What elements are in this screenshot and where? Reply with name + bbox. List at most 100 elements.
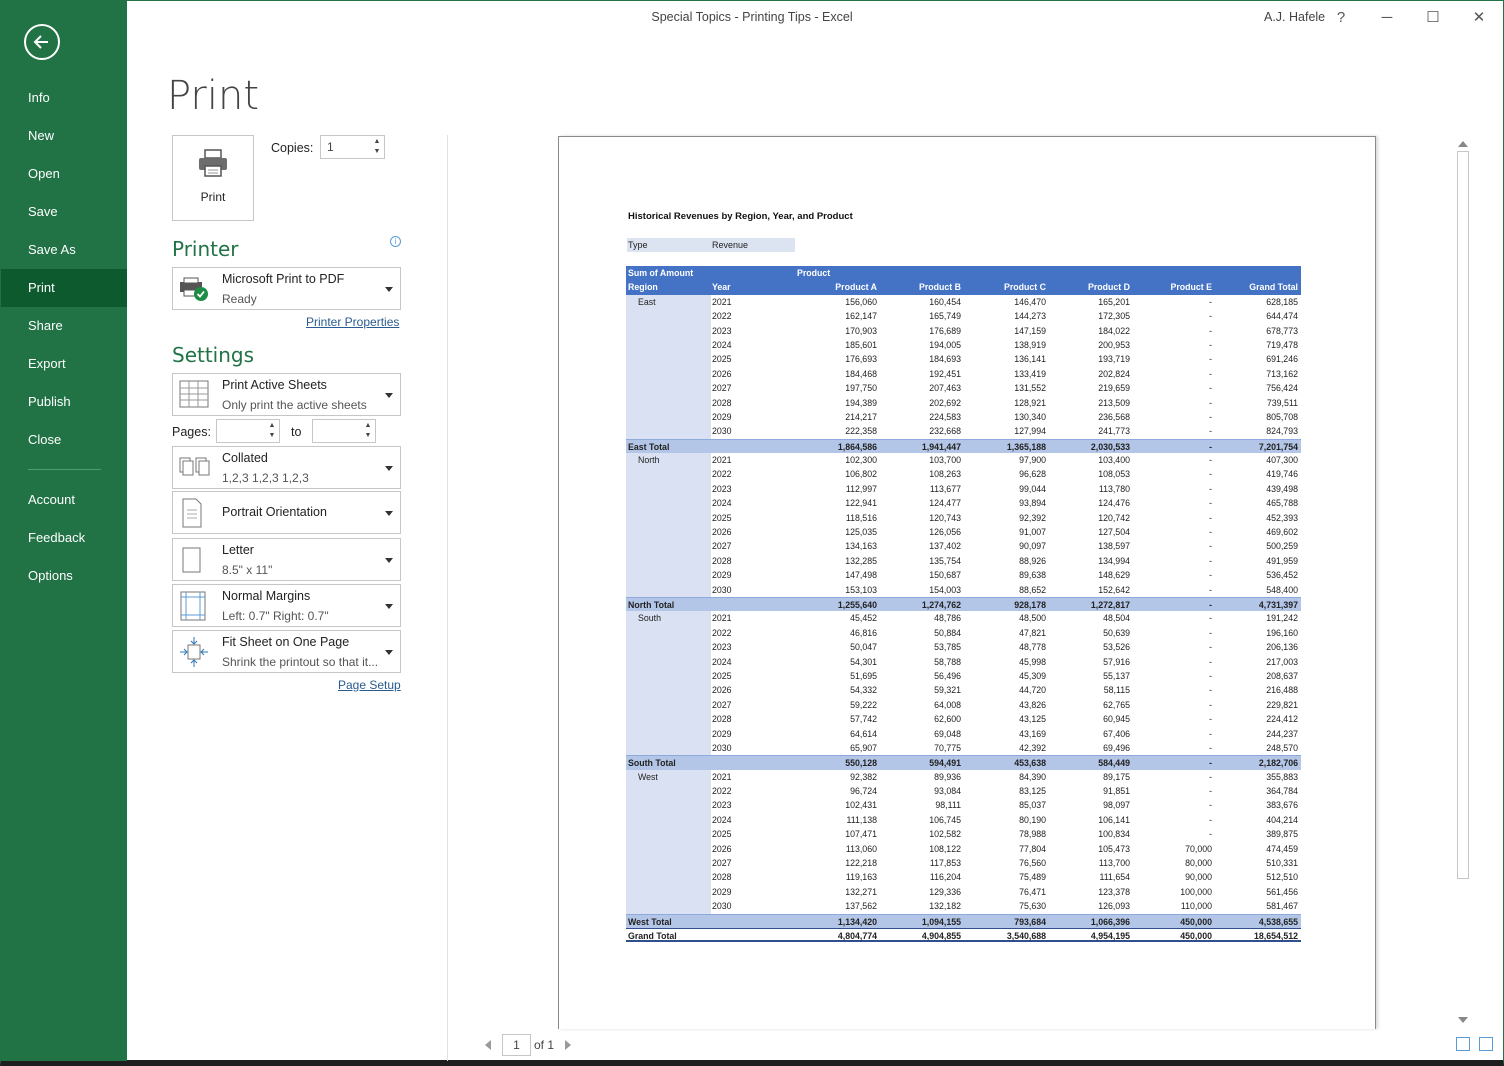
printer-dropdown[interactable]: Microsoft Print to PDF Ready [172, 267, 401, 310]
value-cell: 53,526 [1103, 642, 1130, 653]
region-cell [626, 884, 711, 900]
page-setup-link[interactable]: Page Setup [338, 678, 401, 692]
table-row: 2024 111,138 106,745 80,190 106,141 - 404,214 [626, 812, 1301, 828]
table-row: 2022 96,724 93,084 83,125 91,851 - 364,784 [626, 784, 1301, 799]
maximize-button[interactable]: ☐ [1419, 5, 1447, 31]
nav-item-account[interactable]: Account [1, 481, 127, 519]
value-cell: 147,159 [1014, 325, 1046, 336]
spin-up-icon[interactable]: ▲ [372, 137, 382, 147]
pages-to-stepper[interactable]: ▲ ▼ [312, 419, 376, 443]
pages-label: Pages: [172, 425, 211, 439]
user-name[interactable]: A.J. Hafele [1264, 10, 1325, 24]
value-cell: 106,745 [929, 814, 961, 825]
printer-properties-link[interactable]: Printer Properties [306, 315, 399, 329]
value-cell: 96,724 [850, 786, 877, 797]
nav-item-new[interactable]: New [1, 117, 127, 155]
print-button[interactable]: Print [172, 135, 254, 221]
value-cell: 202,824 [1098, 368, 1130, 379]
scrollbar-thumb[interactable] [1457, 151, 1469, 879]
back-button[interactable] [24, 24, 60, 60]
scaling-dropdown[interactable]: Fit Sheet on One Page Shrink the printou… [172, 630, 401, 673]
value-cell: - [1209, 613, 1212, 624]
spin-up-icon[interactable]: ▲ [363, 421, 373, 431]
paper-size-dropdown[interactable]: Letter 8.5" x 11" [172, 538, 401, 581]
value-cell: 89,638 [1019, 570, 1046, 581]
region-cell [626, 496, 711, 511]
nav-item-publish[interactable]: Publish [1, 383, 127, 421]
help-button[interactable]: ? [1327, 5, 1355, 31]
value-cell: 450,000 [1180, 930, 1212, 941]
spin-down-icon[interactable]: ▼ [267, 431, 277, 441]
chevron-down-icon [385, 287, 393, 292]
nav-item-print[interactable]: Print [1, 269, 127, 307]
table-row: North 2021 102,300 103,700 97,900 103,400 - 407… [626, 453, 1301, 468]
zoom-to-page-icon[interactable] [1479, 1037, 1493, 1051]
year-cell: 2029 [712, 886, 732, 897]
year-cell: 2021 [712, 455, 732, 466]
orientation-dropdown[interactable]: Portrait Orientation [172, 491, 401, 534]
info-icon[interactable]: i [390, 236, 401, 247]
nav-item-save[interactable]: Save [1, 193, 127, 231]
year-cell: 2030 [712, 584, 732, 595]
spin-down-icon[interactable]: ▼ [372, 147, 382, 157]
page-number-input[interactable]: 1 [502, 1034, 531, 1056]
value-cell: 824,793 [1266, 426, 1298, 437]
close-button[interactable]: ✕ [1465, 5, 1493, 31]
nav-item-options[interactable]: Options [1, 557, 127, 595]
nav-item-export[interactable]: Export [1, 345, 127, 383]
scroll-up-icon[interactable] [1458, 141, 1468, 147]
value-cell: 419,746 [1266, 469, 1298, 480]
value-cell: 50,884 [934, 627, 961, 638]
table-row: 2028 194,389 202,692 128,921 213,509 - 739,511 [626, 395, 1301, 410]
value-cell: 113,060 [845, 843, 877, 854]
value-cell: 7,201,754 [1258, 441, 1298, 452]
value-cell: 48,786 [934, 613, 961, 624]
table-row: 2022 106,802 108,263 96,628 108,053 - 419,746 [626, 467, 1301, 482]
print-what-dropdown[interactable]: Print Active Sheets Only print the activ… [172, 373, 401, 416]
paper-size-desc: 8.5" x 11" [222, 563, 273, 577]
table-row: 2023 102,431 98,111 85,037 98,097 - 383,676 [626, 798, 1301, 813]
nav-item-feedback[interactable]: Feedback [1, 519, 127, 557]
value-cell: 191,242 [1266, 613, 1298, 624]
region-cell [626, 683, 711, 698]
spin-up-icon[interactable]: ▲ [267, 421, 277, 431]
spin-down-icon[interactable]: ▼ [363, 431, 373, 441]
nav-item-save-as[interactable]: Save As [1, 231, 127, 269]
value-cell: - [1209, 498, 1212, 509]
year-cell: 2028 [712, 872, 732, 883]
value-cell: 80,000 [1185, 858, 1212, 869]
table-row: 2023 170,903 176,689 147,159 184,022 - 678,773 [626, 323, 1301, 338]
table-row: 2030 65,907 70,775 42,392 69,496 - 248,570 [626, 740, 1301, 756]
value-cell: 76,560 [1019, 858, 1046, 869]
nav-item-close[interactable]: Close [1, 421, 127, 459]
preview-scrollbar[interactable] [1455, 137, 1471, 1027]
value-cell: 62,765 [1103, 699, 1130, 710]
scroll-down-icon[interactable] [1458, 1017, 1468, 1023]
value-cell: 60,945 [1103, 714, 1130, 725]
previous-page-icon[interactable] [485, 1040, 491, 1050]
show-margins-icon[interactable] [1456, 1037, 1470, 1051]
value-cell: 117,853 [929, 858, 961, 869]
year-cell: 2026 [712, 843, 732, 854]
value-cell: 510,331 [1266, 858, 1298, 869]
year-cell: 2027 [712, 858, 732, 869]
year-cell: 2023 [712, 800, 732, 811]
pages-from-stepper[interactable]: ▲ ▼ [216, 419, 280, 443]
region-cell [626, 841, 711, 857]
nav-item-open[interactable]: Open [1, 155, 127, 193]
margins-dropdown[interactable]: Normal Margins Left: 0.7" Right: 0.7" [172, 584, 401, 627]
nav-item-share[interactable]: Share [1, 307, 127, 345]
value-cell: - [1209, 742, 1212, 753]
nav-item-info[interactable]: Info [1, 79, 127, 117]
chevron-down-icon [385, 558, 393, 563]
value-cell: 756,424 [1266, 383, 1298, 394]
minimize-button[interactable]: ─ [1373, 5, 1401, 31]
table-row: 2027 197,750 207,463 131,552 219,659 - 756,424 [626, 381, 1301, 396]
region-cell [626, 481, 711, 497]
copies-stepper[interactable]: 1 ▲ ▼ [320, 135, 385, 159]
collation-dropdown[interactable]: Collated 1,2,3 1,2,3 1,2,3 [172, 446, 401, 489]
year-cell: 2023 [712, 642, 732, 653]
value-cell: 48,778 [1019, 642, 1046, 653]
next-page-icon[interactable] [565, 1040, 571, 1050]
value-cell: 84,390 [1019, 771, 1046, 782]
